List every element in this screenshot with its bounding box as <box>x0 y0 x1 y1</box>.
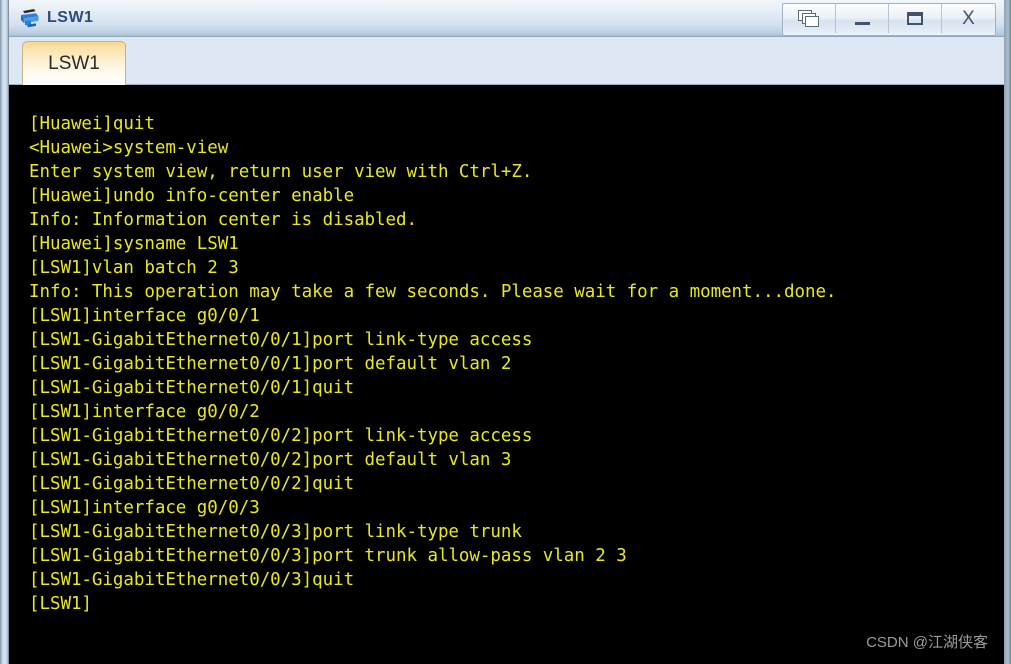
switch-device-icon <box>18 6 42 30</box>
maximize-icon <box>907 12 923 25</box>
terminal-line: Info: Information center is disabled. <box>29 210 417 230</box>
tab-strip: LSW1 <box>9 37 1004 85</box>
terminal-line: [LSW1-GigabitEthernet0/0/3]port trunk al… <box>29 546 627 566</box>
terminal-line: <Huawei>system-view <box>29 138 229 158</box>
title-bar[interactable]: LSW1 X <box>9 0 1004 37</box>
terminal-line: Info: This operation may take a few seco… <box>29 282 837 302</box>
tab-lsw1[interactable]: LSW1 <box>22 41 126 85</box>
terminal-line: Enter system view, return user view with… <box>29 162 533 182</box>
terminal-line: [LSW1-GigabitEthernet0/0/1]port link-typ… <box>29 330 533 350</box>
parent-window-left-edge <box>0 0 9 664</box>
terminal-line: [LSW1-GigabitEthernet0/0/3]port link-typ… <box>29 522 522 542</box>
terminal-line: [LSW1-GigabitEthernet0/0/2]port default … <box>29 450 512 470</box>
terminal-line: [LSW1]interface g0/0/3 <box>29 498 260 518</box>
terminal-line: [LSW1-GigabitEthernet0/0/3]quit <box>29 570 355 590</box>
terminal-line: [LSW1]vlan batch 2 3 <box>29 258 239 278</box>
parent-window-right-edge <box>1004 0 1011 664</box>
minimize-button[interactable] <box>836 4 889 33</box>
window-controls: X <box>782 3 996 36</box>
terminal-line: [LSW1]interface g0/0/1 <box>29 306 260 326</box>
cli-terminal[interactable]: [Huawei]quit <Huawei>system-view Enter sys… <box>9 86 1004 664</box>
emulator-console-window: LSW1 X LSW1 [Huawei]quit <Huawei>system-… <box>0 0 1011 664</box>
watermark-text: CSDN @江湖侠客 <box>866 634 988 651</box>
tab-label: LSW1 <box>48 52 100 74</box>
terminal-line: [LSW1-GigabitEthernet0/0/1]quit <box>29 378 355 398</box>
terminal-output: [Huawei]quit <Huawei>system-view Enter sys… <box>29 112 1004 616</box>
terminal-line: [Huawei]undo info-center enable <box>29 186 355 206</box>
terminal-line: [LSW1-GigabitEthernet0/0/2]quit <box>29 474 355 494</box>
cascade-windows-icon <box>798 9 820 28</box>
terminal-line: [LSW1]interface g0/0/2 <box>29 402 260 422</box>
close-button[interactable]: X <box>942 4 995 33</box>
terminal-line: [LSW1-GigabitEthernet0/0/2]port link-typ… <box>29 426 533 446</box>
cascade-windows-button[interactable] <box>783 4 836 33</box>
close-icon: X <box>962 8 975 29</box>
terminal-line: [Huawei]quit <box>29 114 155 134</box>
maximize-button[interactable] <box>889 4 942 33</box>
window-title: LSW1 <box>47 9 94 26</box>
terminal-line: [LSW1] <box>29 594 92 614</box>
terminal-line: [LSW1-GigabitEthernet0/0/1]port default … <box>29 354 512 374</box>
minimize-icon <box>854 21 870 25</box>
terminal-line: [Huawei]sysname LSW1 <box>29 234 239 254</box>
